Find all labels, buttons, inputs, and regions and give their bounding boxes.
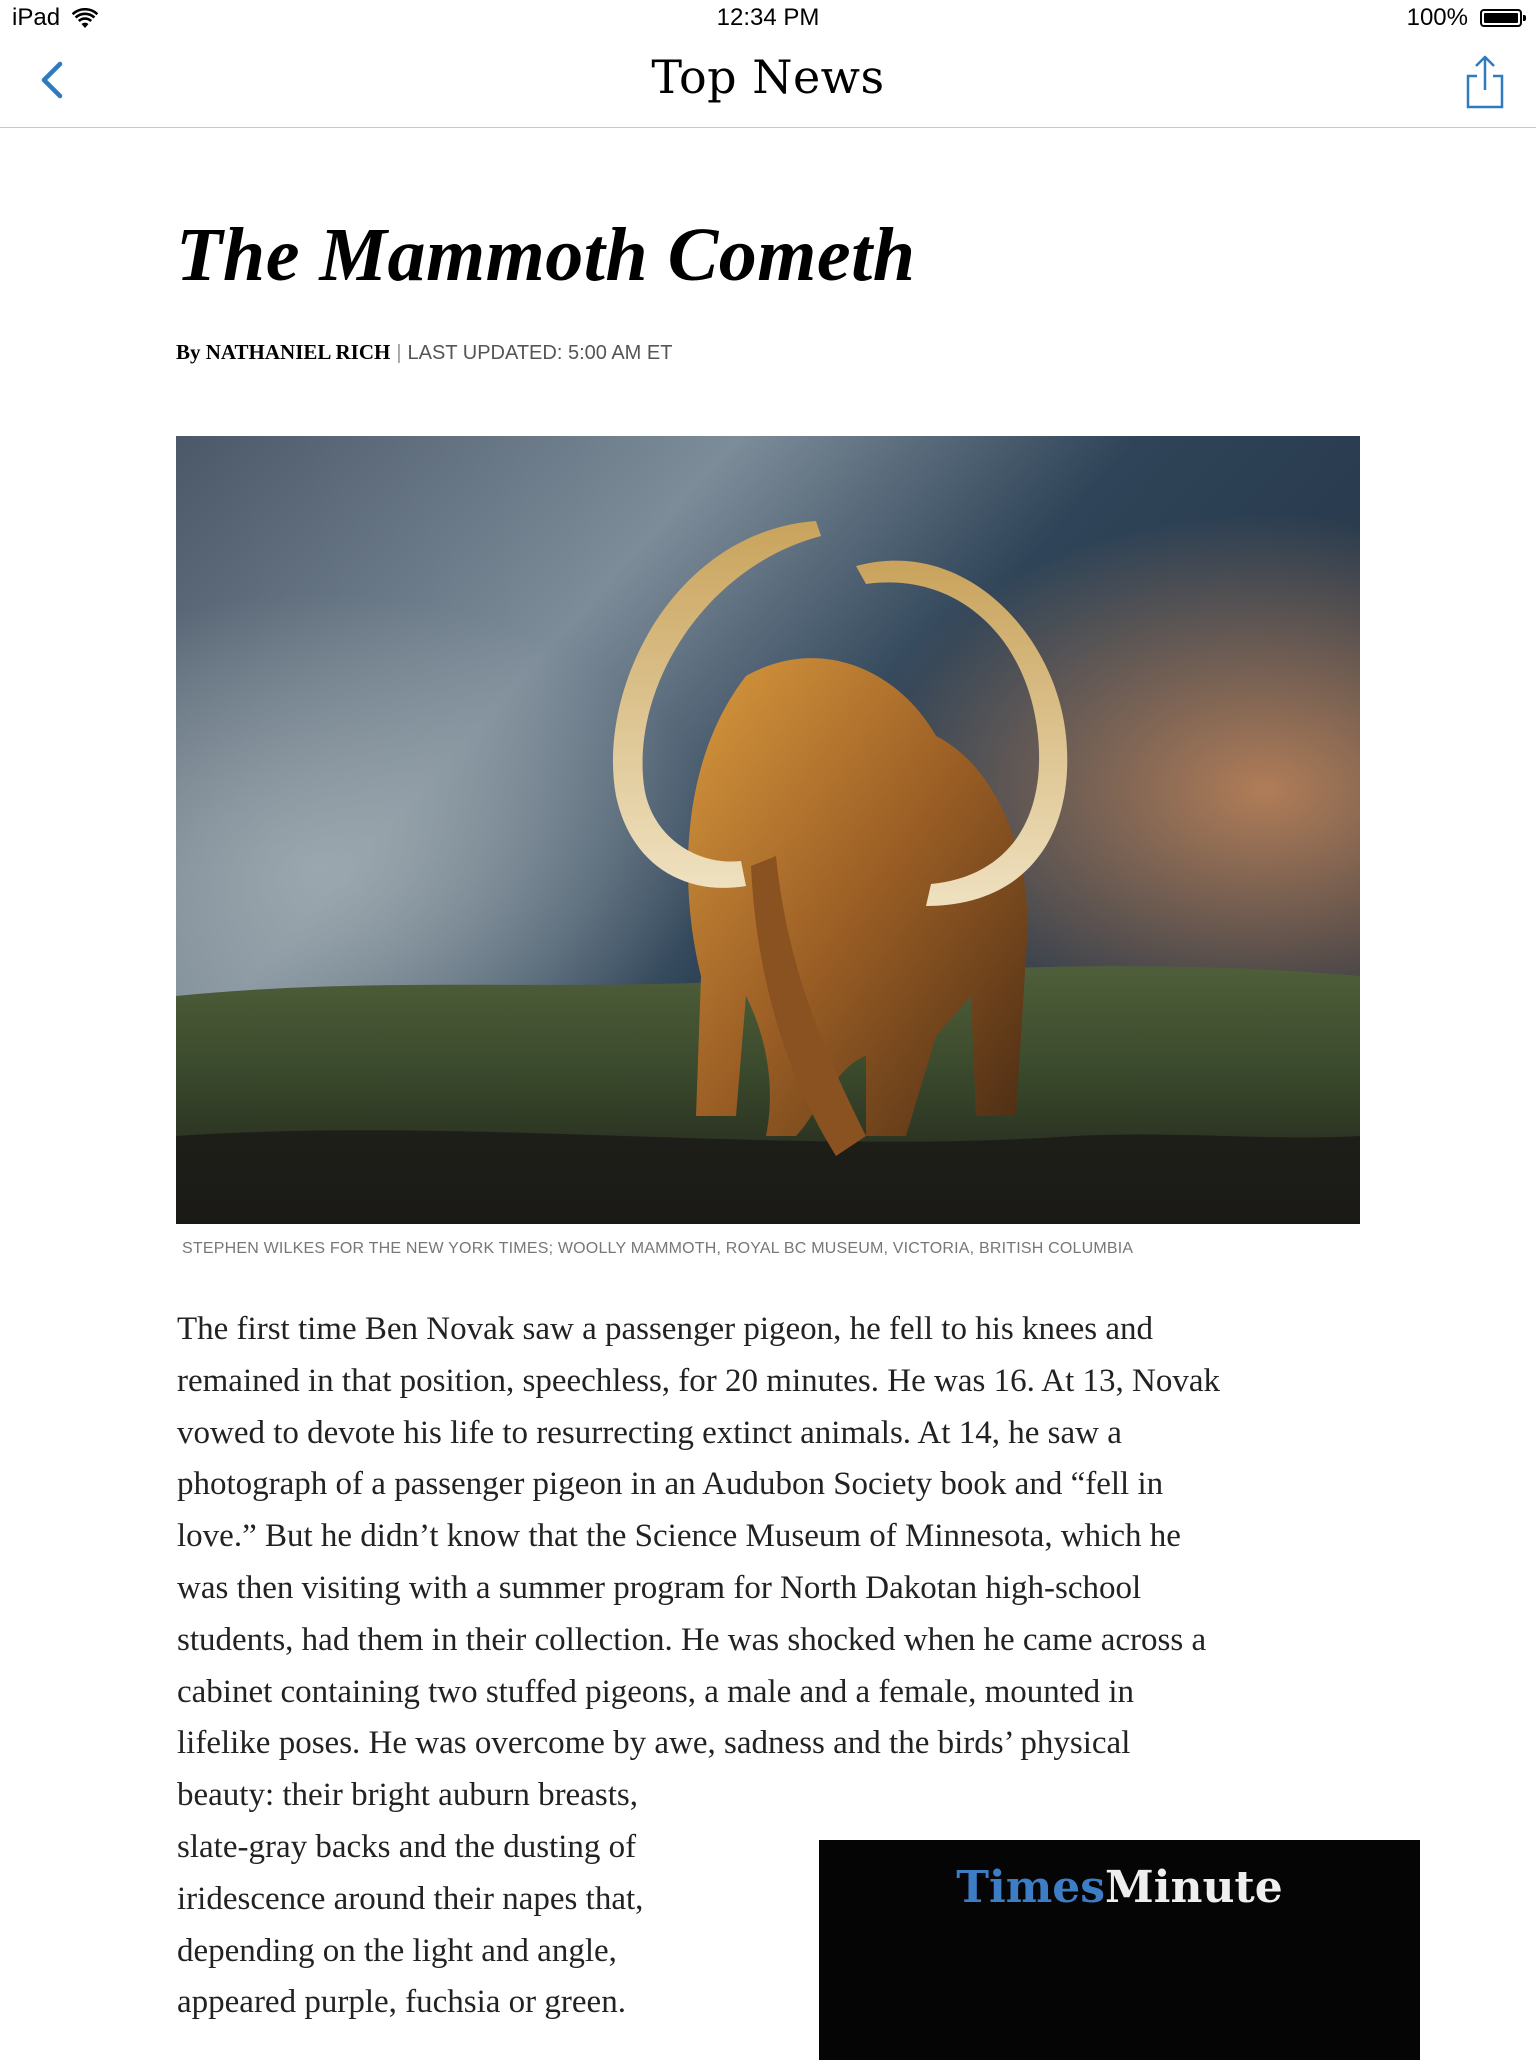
battery-percentage: 100% xyxy=(1406,4,1468,31)
nav-title: Top News xyxy=(651,50,885,104)
body-line: photograph of a passenger pigeon in an A… xyxy=(177,1466,1164,1503)
battery-icon xyxy=(1480,9,1526,27)
body-line: remained in that position, speechless, f… xyxy=(177,1362,1220,1399)
logo-part-minute: Minute xyxy=(1105,1862,1283,1913)
share-icon xyxy=(1466,55,1504,109)
status-bar: iPad 12:34 PM 100% xyxy=(0,0,1536,40)
times-minute-video[interactable]: TimesMinute xyxy=(819,1840,1420,2060)
navigation-bar: Top News xyxy=(0,40,1536,128)
clock: 12:34 PM xyxy=(716,4,820,31)
body-line: vowed to devote his life to resurrecting… xyxy=(177,1414,1122,1451)
article-headline: The Mammoth Cometh xyxy=(176,213,916,297)
byline: By NATHANIEL RICH | LAST UPDATED: 5:00 AM … xyxy=(176,340,672,365)
body-line: cabinet containing two stuffed pigeons, … xyxy=(177,1673,1135,1710)
photo-credit: STEPHEN WILKES FOR THE NEW YORK TIMES; W… xyxy=(182,1240,1134,1257)
times-minute-logo: TimesMinute xyxy=(819,1862,1420,1913)
byline-author[interactable]: By NATHANIEL RICH xyxy=(176,340,390,364)
byline-updated: LAST UPDATED: 5:00 AM ET xyxy=(407,342,673,364)
logo-part-times: Times xyxy=(956,1862,1106,1913)
body-line: was then visiting with a summer program … xyxy=(177,1569,1142,1606)
body-line: students, had them in their collection. … xyxy=(177,1621,1207,1658)
share-button[interactable] xyxy=(1460,54,1510,110)
body-line: lifelike poses. He was overcome by awe, … xyxy=(177,1725,1131,1762)
hero-photo[interactable] xyxy=(176,436,1360,1224)
body-line: The first time Ben Novak saw a passenger… xyxy=(177,1311,1153,1347)
body-line: love.” But he didn’t know that the Scien… xyxy=(177,1518,1181,1555)
byline-separator: | xyxy=(396,342,402,364)
body-line: beauty: their bright auburn breasts, xyxy=(177,1777,638,1814)
